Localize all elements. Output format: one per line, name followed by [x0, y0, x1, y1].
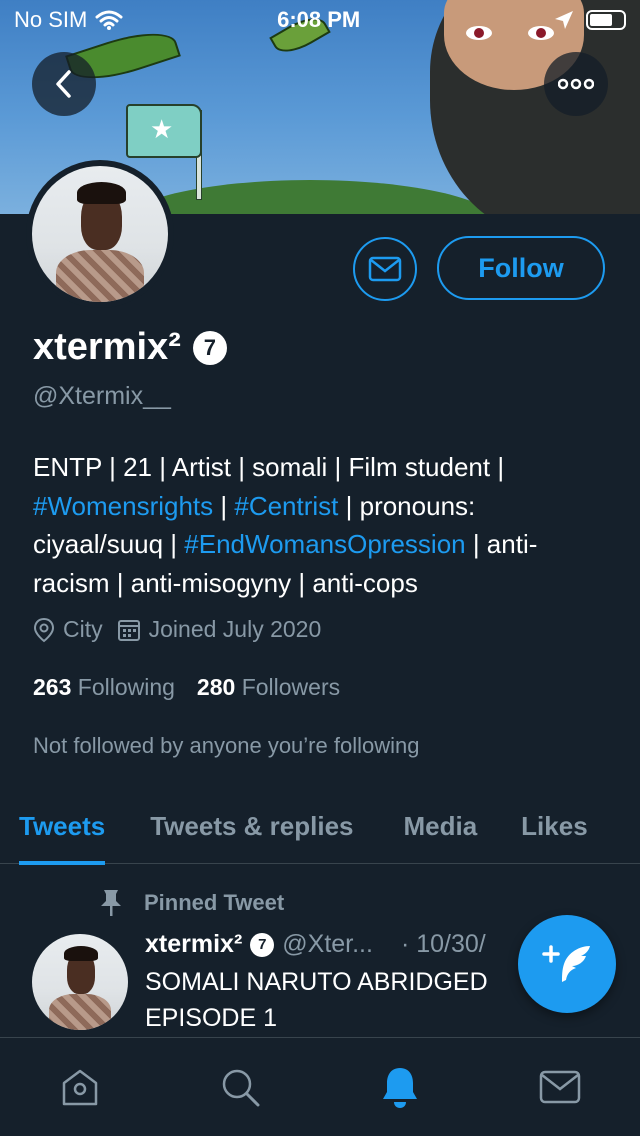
bio-text: | pronouns: — [338, 490, 476, 521]
bottom-navigation — [0, 1037, 640, 1136]
tweet-date: · 10/30/ — [400, 930, 486, 958]
bio-text: | — [213, 490, 235, 521]
profile-handle: @Xtermix__ — [33, 382, 171, 410]
tweet-text[interactable]: SOMALI NARUTO ABRIDGED EPISODE 1 — [145, 964, 525, 1036]
tab-tweets[interactable]: Tweets — [19, 788, 106, 865]
profile-avatar[interactable] — [26, 160, 174, 308]
pin-icon — [101, 890, 121, 916]
nav-notifications[interactable] — [360, 1047, 440, 1127]
followers-label: Followers — [241, 674, 341, 700]
profile-stats: 263 Following 280 Followers — [33, 674, 340, 701]
bio-text: ENTP | 21 | Artist | somali | Film stude… — [33, 452, 505, 482]
followers-count: 280 — [196, 674, 236, 700]
wifi-icon — [95, 10, 123, 30]
mail-icon — [368, 256, 402, 282]
pinned-tweet-indicator: Pinned Tweet — [98, 888, 284, 918]
hashtag-link[interactable]: #EndWomansOpression — [184, 529, 465, 559]
compose-feather-icon — [542, 945, 590, 982]
hashtag-link[interactable]: #Centrist — [234, 491, 338, 521]
profile-location: City — [63, 616, 103, 642]
tab-tweets-and-replies[interactable]: Tweets & replies — [150, 788, 353, 864]
mail-icon — [539, 1070, 581, 1104]
tab-label: Tweets & replies — [150, 810, 354, 841]
compose-tweet-button[interactable] — [518, 915, 616, 1013]
battery-icon — [585, 10, 626, 30]
following-stat[interactable]: 263 Following — [33, 674, 175, 701]
bio-text: racism | anti-misogyny | anti-cops — [33, 567, 418, 598]
follow-button[interactable]: Follow — [437, 236, 605, 300]
tweet-text-line: SOMALI NARUTO ABRIDGED — [145, 968, 488, 996]
badge-icon: 7 — [192, 330, 227, 365]
following-label: Following — [77, 674, 175, 700]
tweet-author-name: xtermix² — [145, 930, 243, 958]
tweet-header[interactable]: xtermix² 7 @Xter... · 10/30/ — [145, 930, 486, 959]
back-button[interactable] — [32, 52, 96, 116]
profile-bio: ENTP | 21 | Artist | somali | Film stude… — [33, 448, 613, 602]
tab-media[interactable]: Media — [403, 788, 477, 864]
display-name: xtermix² — [33, 326, 181, 368]
home-icon — [62, 1069, 98, 1106]
more-button[interactable] — [544, 52, 608, 116]
hashtag-link[interactable]: #Womensrights — [33, 491, 213, 521]
profile-meta: City Joined July 2020 — [33, 616, 321, 643]
search-icon — [222, 1069, 260, 1107]
banner-hill — [120, 180, 500, 214]
nav-home[interactable] — [40, 1047, 120, 1127]
status-bar: No SIM 6:08 PM — [0, 0, 640, 40]
banner-flag: ★ — [126, 104, 202, 158]
tab-label: Tweets — [19, 810, 106, 841]
tab-likes[interactable]: Likes — [521, 788, 588, 864]
carrier-label: No SIM — [14, 7, 88, 32]
badge-icon: 7 — [250, 932, 275, 957]
tweet-text-line: EPISODE 1 — [145, 1004, 277, 1032]
location-pin-icon — [33, 617, 55, 642]
tab-label: Likes — [521, 810, 588, 841]
tweet-avatar[interactable] — [32, 934, 128, 1030]
bio-text: | anti- — [465, 529, 538, 559]
tab-label: Media — [403, 810, 478, 841]
pinned-label: Pinned Tweet — [144, 890, 285, 915]
message-button[interactable] — [353, 237, 417, 301]
profile-name-row: xtermix² 7 — [33, 326, 227, 369]
profile-joined: Joined July 2020 — [148, 616, 322, 642]
more-horizontal-icon — [558, 78, 594, 90]
bell-icon — [383, 1068, 417, 1108]
calendar-icon — [117, 619, 140, 641]
tweet-author-handle: @Xter... — [282, 930, 373, 958]
nav-messages[interactable] — [520, 1047, 600, 1127]
profile-tabs: Tweets Tweets & replies Media Likes — [0, 788, 640, 865]
bio-text: ciyaal/suuq | — [33, 529, 185, 559]
chevron-left-icon — [56, 70, 71, 98]
nav-search[interactable] — [200, 1047, 280, 1127]
followed-by-text: Not followed by anyone you’re following — [33, 733, 420, 758]
followers-stat[interactable]: 280 Followers — [197, 674, 340, 701]
status-time: 6:08 PM — [277, 7, 361, 32]
following-count: 263 — [33, 674, 72, 700]
location-arrow-icon — [554, 11, 573, 29]
